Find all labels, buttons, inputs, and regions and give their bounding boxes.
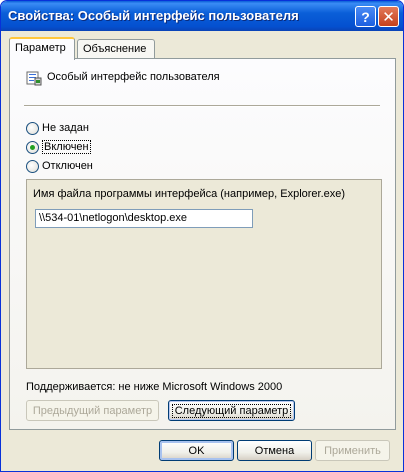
next-setting-label: Следующий параметр: [171, 403, 292, 418]
interface-file-label: Имя файла программы интерфейса (например…: [33, 188, 346, 200]
tab-explain[interactable]: Объяснение: [77, 39, 155, 59]
radio-button-selected[interactable]: [26, 140, 39, 154]
radio-disabled[interactable]: Отключен: [26, 158, 93, 174]
supported-on-text: Поддерживается: не ниже Microsoft Window…: [26, 381, 283, 393]
title-bar[interactable]: Свойства: Особый интерфейс пользователя …: [1, 1, 403, 31]
window-title: Свойства: Особый интерфейс пользователя: [8, 8, 299, 23]
next-setting-button[interactable]: Следующий параметр: [168, 400, 295, 421]
tab-setting[interactable]: Параметр: [9, 37, 75, 60]
close-button[interactable]: ✕: [378, 6, 399, 27]
policy-name: Особый интерфейс пользователя: [47, 71, 220, 83]
radio-label: Отключен: [42, 160, 93, 172]
ok-button[interactable]: OK: [159, 440, 234, 461]
properties-dialog: Свойства: Особый интерфейс пользователя …: [0, 0, 404, 472]
cancel-button[interactable]: Отмена: [237, 440, 312, 461]
help-icon: ?: [361, 8, 370, 25]
previous-setting-button[interactable]: Предыдущий параметр: [26, 400, 159, 421]
close-icon: ✕: [382, 8, 395, 26]
help-button[interactable]: ?: [355, 6, 376, 27]
radio-label: Включен: [42, 140, 91, 154]
tab-panel-setting: Особый интерфейс пользователя Не задан В…: [9, 58, 396, 430]
interface-file-input[interactable]: \\534-01\netlogon\desktop.exe: [35, 209, 253, 228]
options-area: Имя файла программы интерфейса (например…: [26, 179, 382, 369]
radio-enabled[interactable]: Включен: [26, 139, 91, 155]
separator: [24, 105, 380, 107]
radio-not-configured[interactable]: Не задан: [26, 120, 89, 136]
radio-button[interactable]: [26, 159, 39, 173]
apply-button[interactable]: Применить: [315, 440, 390, 461]
radio-button[interactable]: [26, 121, 39, 135]
radio-label: Не задан: [42, 122, 89, 134]
policy-setting-icon: [26, 71, 42, 86]
